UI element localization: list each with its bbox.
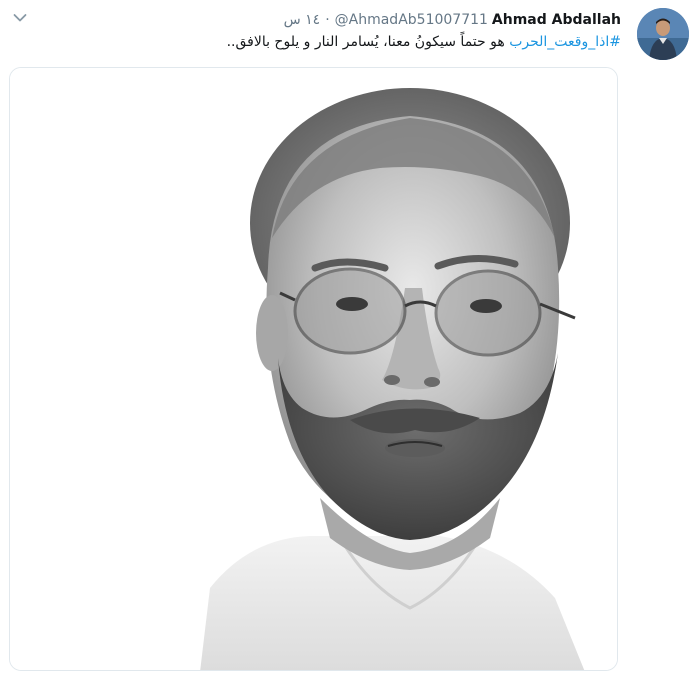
tweet-menu-button[interactable] [8, 8, 32, 28]
header-separator: · [325, 12, 330, 28]
chevron-down-icon [13, 14, 27, 22]
author-name[interactable]: Ahmad Abdallah [492, 12, 621, 28]
tweet-text: #اذا_وقعت_الحرب هو حتماً سيكونُ معنا، يُ… [21, 32, 621, 52]
tweet-card[interactable]: ١٤ س · @AhmadAb51007711 Ahmad Abdallah #… [0, 0, 697, 681]
avatar[interactable] [637, 8, 689, 60]
tweet-header: ١٤ س · @AhmadAb51007711 Ahmad Abdallah [284, 8, 621, 32]
hashtag-link[interactable]: #اذا_وقعت_الحرب [509, 34, 621, 50]
tweet-body-text: هو حتماً سيكونُ معنا، يُسامر النار و يلو… [226, 34, 505, 50]
tweet-timestamp[interactable]: ١٤ س [284, 12, 321, 28]
tweet-media-photo[interactable] [9, 67, 618, 671]
author-handle[interactable]: @AhmadAb51007711 [335, 12, 488, 28]
